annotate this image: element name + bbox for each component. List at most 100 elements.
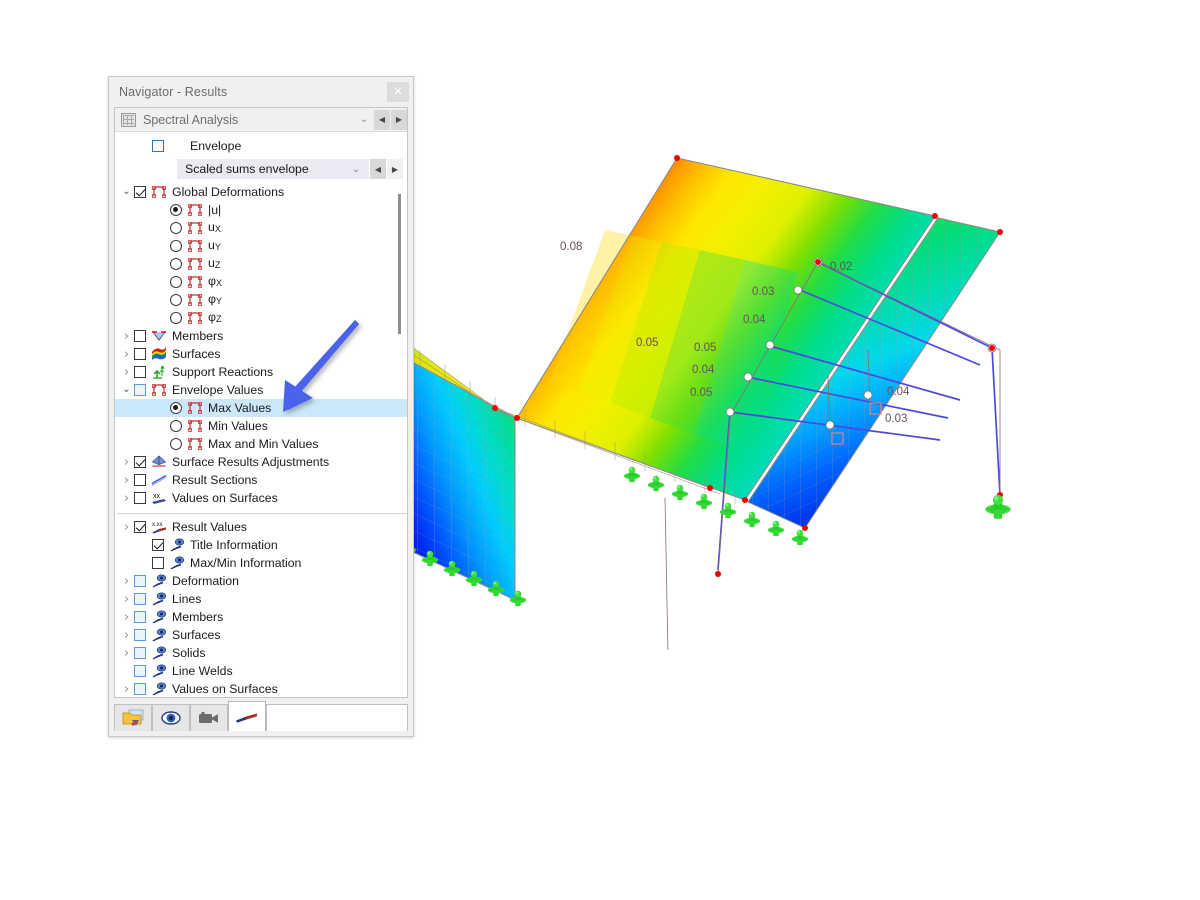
chevron-down-icon[interactable]: ⌄ (119, 385, 134, 395)
checkbox-line-welds[interactable] (134, 665, 146, 677)
analysis-selector-label: Spectral Analysis (143, 112, 239, 127)
analysis-next-button[interactable]: ▶ (391, 109, 407, 130)
checkbox-result-sections[interactable] (134, 474, 146, 486)
result-value-label-9: 0.03 (885, 413, 907, 425)
close-icon[interactable]: ✕ (387, 82, 409, 102)
tree-item-values-on-surfaces-lower[interactable]: › Values on Surfaces (115, 680, 407, 697)
tree-item-result-values[interactable]: › x.xx Result Values (115, 518, 407, 536)
tree-item-max-min-information[interactable]: Max/Min Information (115, 554, 407, 572)
chevron-right-icon[interactable]: › (119, 474, 134, 487)
navigator-results-panel[interactable]: Navigator - Results ✕ Spectral Analysis … (108, 76, 414, 737)
checkbox-support-reactions[interactable] (134, 366, 146, 378)
chevron-right-icon[interactable]: › (119, 456, 134, 469)
tree-item-line-welds[interactable]: Line Welds (115, 662, 407, 680)
results-3d-viewport[interactable]: 0.08 0.05 0.02 0.03 0.04 0.05 0.04 0.05 0.04 0.03 (400, 150, 1060, 650)
tree-item-ux[interactable]: uX (115, 219, 407, 237)
chevron-right-icon[interactable]: › (119, 330, 134, 343)
checkbox-result-values[interactable] (134, 521, 146, 533)
chevron-right-icon[interactable]: › (119, 366, 134, 379)
tree-item-surface-results-adjustments[interactable]: › Surface Results Adjustments (115, 453, 407, 471)
page-title: Navigator - Results (119, 85, 228, 99)
tree-item-lines[interactable]: › Lines (115, 590, 407, 608)
tree-item-u-abs[interactable]: |u| (115, 201, 407, 219)
checkbox-title-information[interactable] (152, 539, 164, 551)
tree-item-uz[interactable]: uZ (115, 255, 407, 273)
tree-item-deformation[interactable]: › Deformation (115, 572, 407, 590)
tree-item-global-deformations[interactable]: ⌄ Global Deformations (115, 183, 407, 201)
envelope-prev-button[interactable]: ◀ (370, 159, 386, 179)
tree-item-surfaces[interactable]: › Surfaces (115, 345, 407, 363)
tree-item-label: Deformation (172, 574, 239, 588)
chevron-right-icon[interactable]: › (119, 521, 134, 534)
tree-item-values-on-surfaces[interactable]: › xx Values on Surfaces (115, 489, 407, 507)
radio-uz[interactable] (170, 258, 182, 270)
navigator-tabbar (114, 697, 408, 731)
tree-item-surfaces-lower[interactable]: › Surfaces (115, 626, 407, 644)
tree-item-support-reactions[interactable]: › Support Reactions (115, 363, 407, 381)
tab-project-navigator[interactable] (114, 704, 152, 731)
radio-min-values[interactable] (170, 420, 182, 432)
checkbox-max-min-information[interactable] (152, 557, 164, 569)
tree-item-members[interactable]: › Members (115, 327, 407, 345)
chevron-right-icon[interactable]: › (119, 492, 134, 505)
envelope-next-button[interactable]: ▶ (387, 159, 403, 179)
tree-item-members-lower[interactable]: › Members (115, 608, 407, 626)
tree-item-result-sections[interactable]: › Result Sections (115, 471, 407, 489)
checkbox-envelope-values[interactable] (134, 384, 146, 396)
vertical-scrollbar[interactable] (395, 194, 404, 334)
chevron-right-icon[interactable]: › (119, 575, 134, 588)
eye-icon (161, 711, 181, 725)
tree-item-envelope[interactable]: Envelope (115, 137, 407, 155)
chevron-down-icon[interactable]: ⌄ (349, 164, 363, 175)
envelope-select[interactable]: Scaled sums envelope ⌄ (177, 159, 369, 179)
checkbox-surfaces-lower[interactable] (134, 629, 146, 641)
chevron-right-icon[interactable]: › (119, 611, 134, 624)
radio-ux[interactable] (170, 222, 182, 234)
tree-item-envelope-values[interactable]: ⌄ Envelope Values (115, 381, 407, 399)
checkbox-lines[interactable] (134, 593, 146, 605)
chevron-right-icon[interactable]: › (119, 593, 134, 606)
tree-item-subscript: Z (214, 260, 221, 270)
radio-uy[interactable] (170, 240, 182, 252)
radio-max-and-min-values[interactable] (170, 438, 182, 450)
tab-display-navigator[interactable] (152, 704, 190, 731)
tree-item-min-values[interactable]: Min Values (115, 417, 407, 435)
chevron-right-icon[interactable]: › (119, 629, 134, 642)
tab-results-navigator[interactable] (228, 701, 266, 731)
radio-u-abs[interactable] (170, 204, 182, 216)
navigator-body: Spectral Analysis ⌄ ◀ ▶ Envelope Scaled s… (114, 107, 408, 697)
tree-item-solids[interactable]: › Solids (115, 644, 407, 662)
analysis-prev-button[interactable]: ◀ (374, 109, 390, 130)
tree-item-phiy[interactable]: φY (115, 291, 407, 309)
tree-item-max-values[interactable]: Max Values (115, 399, 407, 417)
navigator-tree[interactable]: Envelope Scaled sums envelope ⌄ ◀ ▶ ⌄ Global D… (115, 132, 407, 697)
chevron-right-icon[interactable]: › (119, 647, 134, 660)
radio-max-values[interactable] (170, 402, 182, 414)
radio-phiy[interactable] (170, 294, 182, 306)
chevron-right-icon[interactable]: › (119, 683, 134, 696)
checkbox-values-on-surfaces-lower[interactable] (134, 683, 146, 695)
chevron-down-icon[interactable]: ⌄ (357, 114, 371, 125)
chevron-right-icon[interactable]: › (119, 348, 134, 361)
checkbox-values-on-surfaces[interactable] (134, 492, 146, 504)
checkbox-surface-results-adjustments[interactable] (134, 456, 146, 468)
tree-item-phix[interactable]: φX (115, 273, 407, 291)
checkbox-envelope[interactable] (152, 140, 164, 152)
checkbox-members[interactable] (134, 330, 146, 342)
checkbox-solids[interactable] (134, 647, 146, 659)
radio-phiz[interactable] (170, 312, 182, 324)
surface-frame-icon (151, 185, 167, 199)
tree-item-uy[interactable]: uY (115, 237, 407, 255)
checkbox-surfaces[interactable] (134, 348, 146, 360)
tree-item-phiz[interactable]: φZ (115, 309, 407, 327)
checkbox-deformation[interactable] (134, 575, 146, 587)
chevron-down-icon[interactable]: ⌄ (119, 187, 134, 197)
tab-views-navigator[interactable] (190, 704, 228, 731)
radio-phix[interactable] (170, 276, 182, 288)
checkbox-members-lower[interactable] (134, 611, 146, 623)
tree-item-title-information[interactable]: Title Information (115, 536, 407, 554)
tree-item-max-and-min-values[interactable]: Max and Min Values (115, 435, 407, 453)
checkbox-global-deformations[interactable] (134, 186, 146, 198)
tree-item-subscript: Y (214, 242, 221, 252)
analysis-selector[interactable]: Spectral Analysis ⌄ ◀ ▶ (115, 108, 407, 132)
